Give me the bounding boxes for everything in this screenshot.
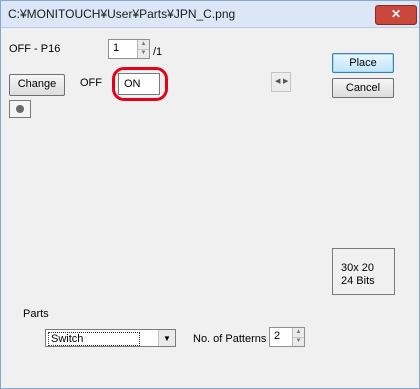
change-button[interactable]: Change [9, 74, 65, 96]
place-button[interactable]: Place [332, 53, 394, 73]
left-right-arrows-icon[interactable]: ◀ ▶ [271, 72, 291, 92]
parts-selected-value: Switch [48, 332, 140, 346]
patterns-count-value: 2 [274, 330, 281, 342]
arrow-right-icon: ▶ [283, 78, 289, 85]
pattern-label: OFF - P16 [9, 43, 61, 55]
place-button-label: Place [349, 57, 377, 69]
highlight-circle [112, 67, 168, 101]
spin-down-icon[interactable]: ▼ [138, 49, 149, 58]
pattern-total: /1 [153, 46, 163, 58]
pattern-stepper[interactable]: 1 ▲ ▼ [108, 39, 150, 59]
image-bits: 24 Bits [341, 275, 375, 287]
dialog-window: C:¥MONITOUCH¥User¥Parts¥JPN_C.png ✕ OFF … [0, 0, 420, 389]
cancel-button[interactable]: Cancel [332, 78, 394, 98]
spin-arrows-icon[interactable]: ▲ ▼ [137, 40, 149, 58]
parts-selected-text: Switch [51, 333, 84, 345]
window-title: C:¥MONITOUCH¥User¥Parts¥JPN_C.png [8, 7, 236, 21]
preview-swatch [9, 100, 31, 118]
close-button[interactable]: ✕ [375, 5, 417, 25]
patterns-count-label: No. of Patterns [193, 333, 267, 345]
image-size: 30x 20 [341, 262, 375, 274]
off-state-label: OFF [80, 77, 102, 89]
pattern-value: 1 [113, 42, 120, 54]
arrow-left-icon: ◀ [275, 78, 281, 85]
chevron-down-icon[interactable]: ▼ [158, 330, 175, 346]
parts-label: Parts [23, 308, 49, 320]
image-info-box: 30x 20 24 Bits [332, 248, 395, 295]
spin-down-icon[interactable]: ▼ [293, 337, 304, 346]
change-button-label: Change [17, 78, 57, 90]
title-bar: C:¥MONITOUCH¥User¥Parts¥JPN_C.png ✕ [1, 1, 419, 28]
parts-select[interactable]: Switch ▼ [45, 329, 176, 347]
cancel-button-label: Cancel [345, 82, 381, 94]
indicator-dot-icon [16, 105, 24, 113]
spin-arrows-icon[interactable]: ▲ ▼ [292, 328, 304, 346]
patterns-count-stepper[interactable]: 2 ▲ ▼ [269, 327, 305, 347]
